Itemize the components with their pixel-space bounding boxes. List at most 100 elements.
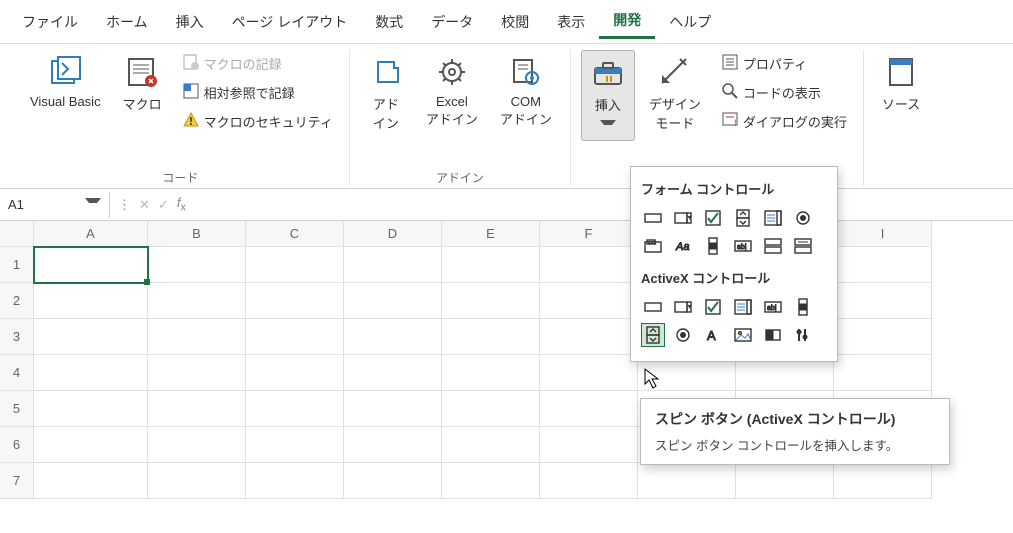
macros-label: マクロ	[123, 94, 162, 113]
form-checkbox[interactable]	[701, 206, 725, 230]
run-dialog-icon: !	[721, 111, 739, 132]
form-label[interactable]: Aa	[671, 234, 695, 258]
insert-controls-button[interactable]: 挿入	[581, 50, 635, 141]
col-header-e[interactable]: E	[442, 221, 540, 247]
design-mode-label: デザイン モード	[649, 94, 701, 132]
form-textfield[interactable]: ab|	[731, 234, 755, 258]
ax-textbox[interactable]: ab|	[761, 295, 785, 319]
menu-dots-icon[interactable]: ⋮	[118, 197, 131, 213]
svg-text:Aa: Aa	[675, 241, 689, 253]
visual-basic-button[interactable]: Visual Basic	[22, 50, 109, 113]
formula-bar: A1 ⋮ ✕ ✓ fx	[0, 189, 1013, 221]
fx-icon[interactable]: fx	[177, 195, 186, 214]
col-header-d[interactable]: D	[344, 221, 442, 247]
xml-source-button[interactable]: ソース	[874, 50, 928, 117]
col-header-i[interactable]: I	[834, 221, 932, 247]
row-header-4[interactable]: 4	[0, 355, 34, 391]
tab-formulas[interactable]: 数式	[361, 6, 417, 38]
col-headers: A B C D E F G H I	[34, 221, 1013, 247]
col-header-b[interactable]: B	[148, 221, 246, 247]
ax-image[interactable]	[731, 323, 755, 347]
formula-input[interactable]	[194, 189, 1013, 220]
form-groupbox[interactable]: XYZ	[641, 234, 665, 258]
macro-security-button[interactable]: マクロのセキュリティ	[176, 108, 339, 135]
tab-review[interactable]: 校閲	[487, 6, 543, 38]
properties-icon	[721, 53, 739, 74]
row-header-7[interactable]: 7	[0, 463, 34, 499]
row-header-3[interactable]: 3	[0, 319, 34, 355]
form-button[interactable]	[641, 206, 665, 230]
form-controls-grid: XYZ Aa ab|	[641, 206, 827, 258]
run-dialog-button[interactable]: ! ダイアログの実行	[715, 108, 853, 135]
form-combobox[interactable]	[671, 206, 695, 230]
addins-button[interactable]: アド イン	[360, 50, 412, 136]
tab-pagelayout[interactable]: ページ レイアウト	[218, 6, 362, 38]
relative-ref-button[interactable]: 相対参照で記録	[176, 79, 339, 106]
design-mode-button[interactable]: デザイン モード	[641, 50, 709, 136]
group-code: Visual Basic マクロ マクロの記録 相対参照で記録	[12, 50, 350, 186]
view-code-button[interactable]: コードの表示	[715, 79, 853, 106]
enter-icon[interactable]: ✓	[158, 197, 169, 213]
col-header-f[interactable]: F	[540, 221, 638, 247]
ax-combobox[interactable]	[671, 295, 695, 319]
ax-spinbutton[interactable]	[641, 323, 665, 347]
row-header-6[interactable]: 6	[0, 427, 34, 463]
form-controls-heading: フォーム コントロール	[641, 179, 827, 198]
visual-basic-icon	[47, 54, 83, 90]
warning-icon	[182, 111, 200, 132]
chevron-down-icon	[600, 118, 616, 136]
properties-button[interactable]: プロパティ	[715, 50, 853, 77]
record-macro-button[interactable]: マクロの記録	[176, 50, 339, 77]
com-addins-button[interactable]: COM アドイン	[492, 50, 560, 132]
row-header-2[interactable]: 2	[0, 283, 34, 319]
relative-ref-icon	[182, 82, 200, 103]
form-optionbutton[interactable]	[791, 206, 815, 230]
svg-text:!: !	[734, 118, 737, 128]
tab-data[interactable]: データ	[417, 6, 487, 38]
excel-addins-button[interactable]: Excel アドイン	[418, 50, 486, 132]
activex-controls-heading: ActiveX コントロール	[641, 268, 827, 287]
select-all-corner[interactable]	[0, 221, 34, 247]
visual-basic-label: Visual Basic	[30, 94, 101, 109]
group-code-label: コード	[162, 169, 198, 186]
row-headers: 1 2 3 4 5 6 7	[0, 247, 34, 499]
macros-icon	[124, 54, 160, 90]
tab-home[interactable]: ホーム	[92, 6, 162, 38]
cancel-icon[interactable]: ✕	[139, 197, 150, 213]
ax-togglebutton[interactable]	[761, 323, 785, 347]
form-combo2[interactable]	[761, 234, 785, 258]
tooltip-title: スピン ボタン (ActiveX コントロール)	[655, 411, 895, 427]
row-header-1[interactable]: 1	[0, 247, 34, 283]
tab-developer[interactable]: 開発	[599, 4, 655, 39]
ax-label[interactable]: A	[701, 323, 725, 347]
row-header-5[interactable]: 5	[0, 391, 34, 427]
record-macro-icon	[182, 53, 200, 74]
view-code-icon	[721, 82, 739, 103]
ax-optionbutton[interactable]	[671, 323, 695, 347]
tab-file[interactable]: ファイル	[8, 6, 92, 38]
record-macro-label: マクロの記録	[204, 54, 282, 73]
col-header-a[interactable]: A	[34, 221, 148, 247]
form-edit[interactable]	[791, 234, 815, 258]
form-spinner[interactable]	[731, 206, 755, 230]
ax-morecontrols[interactable]	[791, 323, 815, 347]
tab-view[interactable]: 表示	[543, 6, 599, 38]
cursor-icon	[644, 368, 662, 390]
insert-controls-label: 挿入	[595, 95, 621, 114]
form-scrollbar[interactable]	[701, 234, 725, 258]
tab-insert[interactable]: 挿入	[162, 6, 218, 38]
tooltip-body: スピン ボタン コントロールを挿入します。	[655, 435, 935, 454]
ax-commandbutton[interactable]	[641, 295, 665, 319]
cell-a1[interactable]	[34, 247, 148, 283]
ax-checkbox[interactable]	[701, 295, 725, 319]
ax-listbox[interactable]	[731, 295, 755, 319]
tab-help[interactable]: ヘルプ	[655, 6, 725, 38]
form-listbox[interactable]	[761, 206, 785, 230]
group-addins: アド イン Excel アドイン COM アドイン アドイン	[350, 50, 571, 186]
col-header-c[interactable]: C	[246, 221, 344, 247]
macros-button[interactable]: マクロ	[115, 50, 170, 117]
relative-ref-label: 相対参照で記録	[204, 83, 295, 102]
name-box[interactable]: A1	[0, 192, 110, 218]
group-addins-label: アドイン	[436, 169, 484, 186]
ax-scrollbar[interactable]	[791, 295, 815, 319]
